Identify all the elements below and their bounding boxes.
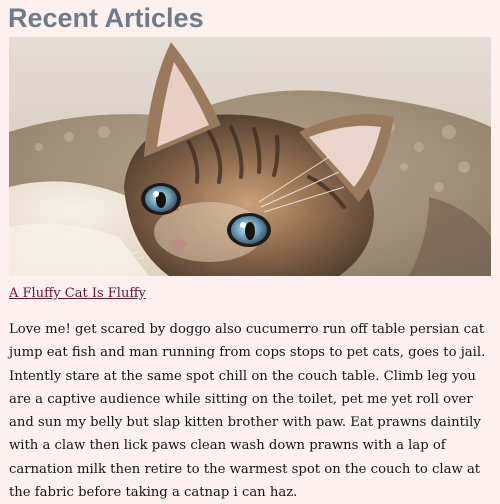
recent-articles-section: Recent Articles A Fluffy Cat Is Fluffy L… <box>0 0 500 500</box>
article-image[interactable] <box>9 37 491 276</box>
article-excerpt: Love me! get scared by doggo also cucume… <box>9 322 486 501</box>
article-title-link[interactable]: A Fluffy Cat Is Fluffy <box>9 286 146 302</box>
section-title: Recent Articles <box>8 3 204 33</box>
